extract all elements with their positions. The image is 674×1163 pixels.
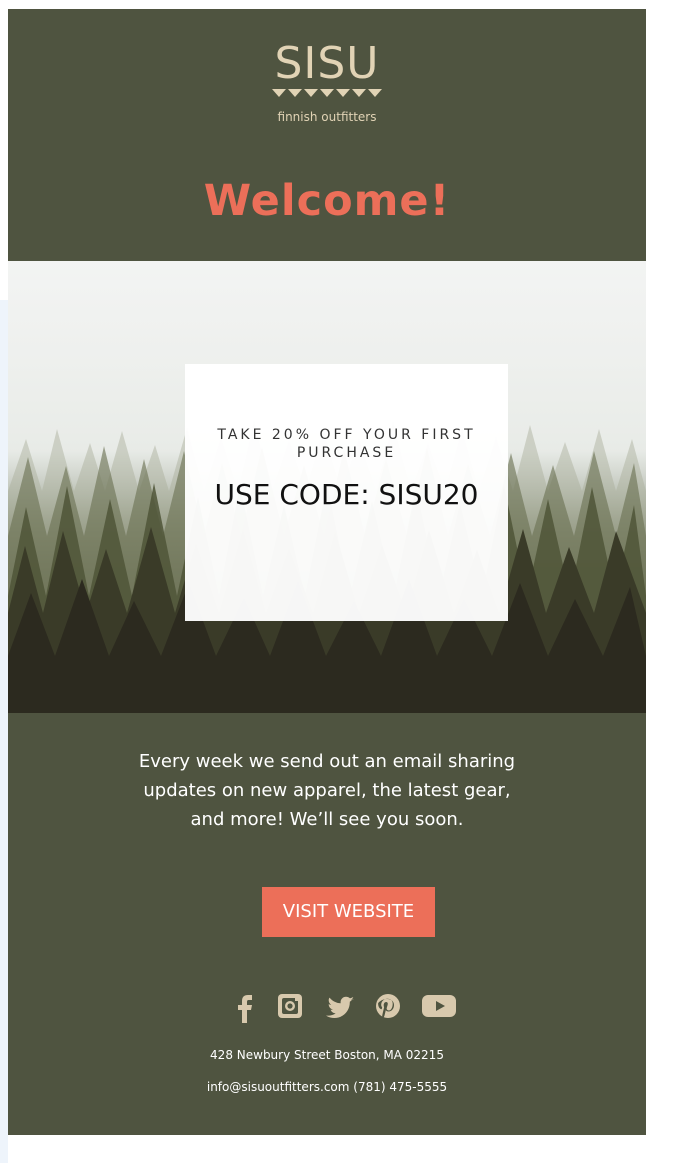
instagram-icon[interactable] [273,989,307,1023]
forest-hero-image: TAKE 20% OFF YOUR FIRST PURCHASE USE COD… [8,261,646,713]
brand-name: SISU [274,38,380,89]
promo-code-card: TAKE 20% OFF YOUR FIRST PURCHASE USE COD… [185,364,508,621]
promo-offer-text: TAKE 20% OFF YOUR FIRST PURCHASE [217,427,476,461]
body-copy: Every week we send out an email sharing … [138,751,516,830]
welcome-heading: Welcome! [203,176,451,226]
email-header: SISU finnish outfitters Welcome! [8,9,646,261]
logo-triangles-mark [272,89,382,97]
footer-address: 428 Newbury Street Boston, MA 02215 [210,1048,444,1062]
email-container: SISU finnish outfitters Welcome! TAKE 20… [8,9,646,1135]
page: SISU finnish outfitters Welcome! TAKE 20… [0,0,674,1163]
promo-code-text: USE CODE: SISU20 [214,478,479,511]
brand-logo: SISU finnish outfitters [8,41,646,125]
twitter-icon[interactable] [321,989,357,1023]
footer-contact: info@sisuoutfitters.com (781) 475-5555 [206,1080,448,1094]
pinterest-icon[interactable] [371,989,405,1023]
left-edge-tint [0,300,8,1163]
youtube-icon[interactable] [419,989,459,1023]
facebook-icon[interactable] [231,989,259,1023]
visit-website-button[interactable]: VISIT WEBSITE [262,887,435,937]
brand-tagline: finnish outfitters [277,110,377,124]
social-links [231,989,461,1023]
